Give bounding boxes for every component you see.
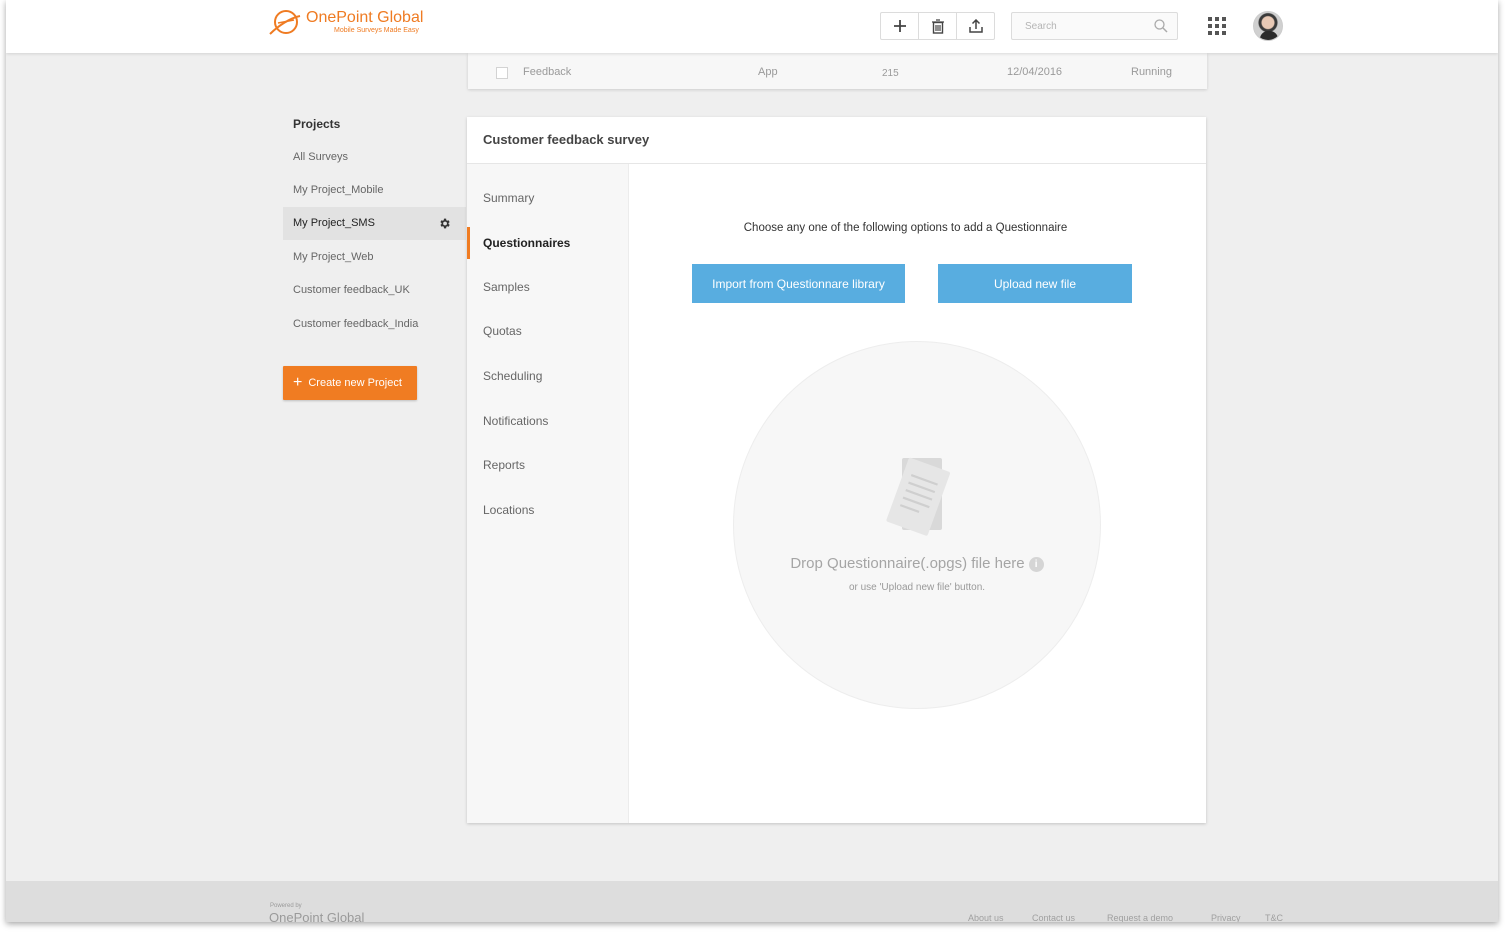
plus-icon [893, 20, 906, 32]
drop-subtext: or use 'Upload new file' button. [848, 582, 986, 593]
project-item-web[interactable]: My Project_Web [283, 241, 466, 274]
add-button[interactable] [881, 13, 919, 39]
project-item-label: All Surveys [293, 151, 349, 163]
project-item-label: Customer feedback_India [293, 318, 419, 330]
projects-heading: Projects [293, 117, 341, 131]
upload-file-button[interactable]: Upload new file [938, 264, 1132, 303]
project-item-feedback-india[interactable]: Customer feedback_India [283, 308, 466, 341]
document-icon [886, 457, 950, 536]
footer-link-contact[interactable]: Contact us [1032, 913, 1075, 922]
powered-by-label: Powered by [270, 903, 302, 909]
tab-scheduling[interactable]: Scheduling [467, 360, 629, 392]
create-project-button[interactable]: + Create new Project [283, 366, 417, 400]
project-item-label: My Project_Web [293, 251, 374, 263]
project-item-mobile[interactable]: My Project_Mobile [283, 174, 466, 207]
import-library-button[interactable]: Import from Questionnare library [692, 264, 905, 303]
row-survey-date: 12/04/2016 [1007, 66, 1063, 78]
logo-swoosh-icon [269, 10, 301, 35]
row-survey-name: Feedback [523, 66, 572, 78]
tab-label: Summary [483, 191, 535, 205]
create-project-label: Create new Project [308, 377, 402, 389]
tab-label: Locations [483, 503, 535, 517]
project-item-feedback-uk[interactable]: Customer feedback_UK [283, 274, 466, 307]
row-survey-status: Running [1131, 66, 1172, 78]
top-bar: OnePoint Global Mobile Surveys Made Easy [6, 0, 1498, 53]
drop-instruction: Drop Questionnaire(.opgs) file here i [734, 555, 1100, 572]
apps-grid-icon[interactable] [1208, 17, 1226, 35]
tab-label: Samples [483, 280, 530, 294]
trash-icon [931, 18, 944, 34]
tab-label: Notifications [483, 414, 549, 428]
export-button[interactable] [957, 13, 994, 39]
app-window: OnePoint Global Mobile Surveys Made Easy… [6, 0, 1498, 922]
footer-link-demo[interactable]: Request a demo [1107, 913, 1173, 922]
plus-icon: + [293, 374, 303, 391]
instruction-text: Choose any one of the following options … [743, 222, 1068, 234]
row-checkbox[interactable] [496, 67, 508, 79]
search-icon[interactable] [1154, 19, 1168, 33]
drop-label: Drop Questionnaire(.opgs) file here [790, 555, 1025, 572]
row-survey-type: App [758, 66, 778, 78]
tab-summary[interactable]: Summary [467, 182, 629, 214]
import-library-label: Import from Questionnare library [712, 276, 885, 291]
survey-list-row[interactable]: Feedback App 215 12/04/2016 Running [468, 53, 1207, 89]
tab-questionnaires[interactable]: Questionnaires [467, 227, 629, 259]
tab-quotas[interactable]: Quotas [467, 315, 629, 347]
card-title: Customer feedback survey [483, 132, 650, 147]
upload-icon [968, 19, 983, 33]
tab-notifications[interactable]: Notifications [467, 405, 629, 437]
brand-logo[interactable]: OnePoint Global Mobile Surveys Made Easy [268, 6, 428, 42]
tab-label: Reports [483, 458, 526, 472]
upload-file-label: Upload new file [993, 276, 1077, 291]
project-item-all-surveys[interactable]: All Surveys [283, 141, 466, 174]
project-item-sms[interactable]: My Project_SMS [283, 207, 466, 240]
tab-locations[interactable]: Locations [467, 494, 629, 526]
tab-label: Quotas [483, 324, 522, 338]
file-drop-zone[interactable]: Drop Questionnaire(.opgs) file here i or … [733, 341, 1101, 709]
tab-label: Scheduling [483, 369, 543, 383]
delete-button[interactable] [919, 13, 957, 39]
footer-link-about[interactable]: About us [968, 913, 1004, 922]
gear-icon[interactable] [438, 217, 451, 230]
footer-brand: OnePoint Global [269, 910, 365, 922]
survey-subnav: Summary Questionnaires Samples Quotas Sc… [467, 164, 629, 823]
tab-label: Questionnaires [483, 236, 571, 250]
search-box [1011, 12, 1178, 40]
brand-tagline: Mobile Surveys Made Easy [334, 27, 419, 34]
row-survey-count: 215 [882, 68, 899, 79]
project-item-label: My Project_SMS [293, 217, 375, 229]
search-input[interactable] [1012, 13, 1147, 39]
toolbar [880, 12, 995, 40]
tab-samples[interactable]: Samples [467, 271, 629, 303]
info-icon[interactable]: i [1028, 557, 1044, 572]
avatar[interactable] [1253, 11, 1283, 41]
tab-reports[interactable]: Reports [467, 449, 629, 481]
survey-detail-card: Customer feedback survey Summary Questio… [467, 117, 1206, 823]
project-item-label: My Project_Mobile [293, 184, 384, 196]
brand-name: OnePoint Global [306, 9, 424, 26]
footer-link-terms[interactable]: T&C [1265, 913, 1283, 922]
footer-link-privacy[interactable]: Privacy [1211, 913, 1241, 922]
project-item-label: Customer feedback_UK [293, 284, 410, 296]
